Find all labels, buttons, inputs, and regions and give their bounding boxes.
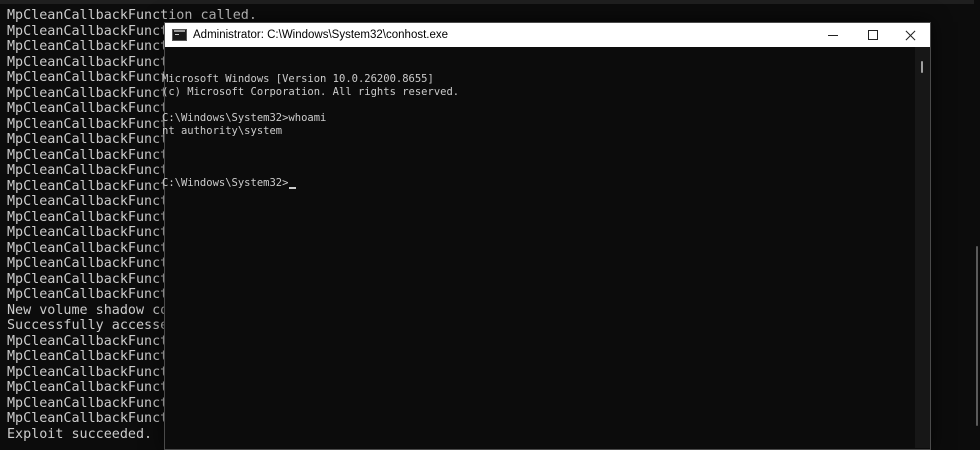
close-button[interactable] bbox=[890, 23, 930, 47]
console-output-line: nt authority\system bbox=[162, 125, 283, 137]
background-scrollbar[interactable] bbox=[974, 0, 980, 450]
console-output-line: C:\Windows\System32>whoami bbox=[162, 112, 327, 124]
minimize-button[interactable] bbox=[813, 23, 853, 47]
title-bar[interactable]: Administrator: C:\Windows\System32\conho… bbox=[165, 23, 930, 47]
console-app-icon[interactable] bbox=[172, 29, 187, 41]
text-cursor bbox=[289, 187, 297, 189]
close-icon bbox=[905, 30, 916, 41]
console-output-line: (c) Microsoft Corporation. All rights re… bbox=[162, 86, 460, 98]
window-title: Administrator: C:\Windows\System32\conho… bbox=[193, 29, 449, 41]
console-prompt-line[interactable]: C:\Windows\System32> bbox=[162, 177, 459, 190]
background-scrollbar-thumb[interactable] bbox=[976, 246, 978, 426]
console-output-line: Microsoft Windows [Version 10.0.26200.86… bbox=[162, 73, 434, 85]
console-scrollbar[interactable] bbox=[915, 47, 930, 448]
maximize-icon bbox=[868, 30, 878, 40]
console-output-area[interactable]: Microsoft Windows [Version 10.0.26200.86… bbox=[162, 47, 915, 448]
background-terminal-top-edge bbox=[0, 0, 980, 4]
conhost-window[interactable]: Administrator: C:\Windows\System32\conho… bbox=[162, 22, 931, 450]
console-scrollbar-thumb[interactable] bbox=[921, 61, 923, 73]
maximize-button[interactable] bbox=[853, 23, 893, 47]
console-prompt: C:\Windows\System32> bbox=[162, 177, 289, 189]
minimize-icon bbox=[828, 34, 838, 36]
console-lines: Microsoft Windows [Version 10.0.26200.86… bbox=[162, 73, 459, 151]
